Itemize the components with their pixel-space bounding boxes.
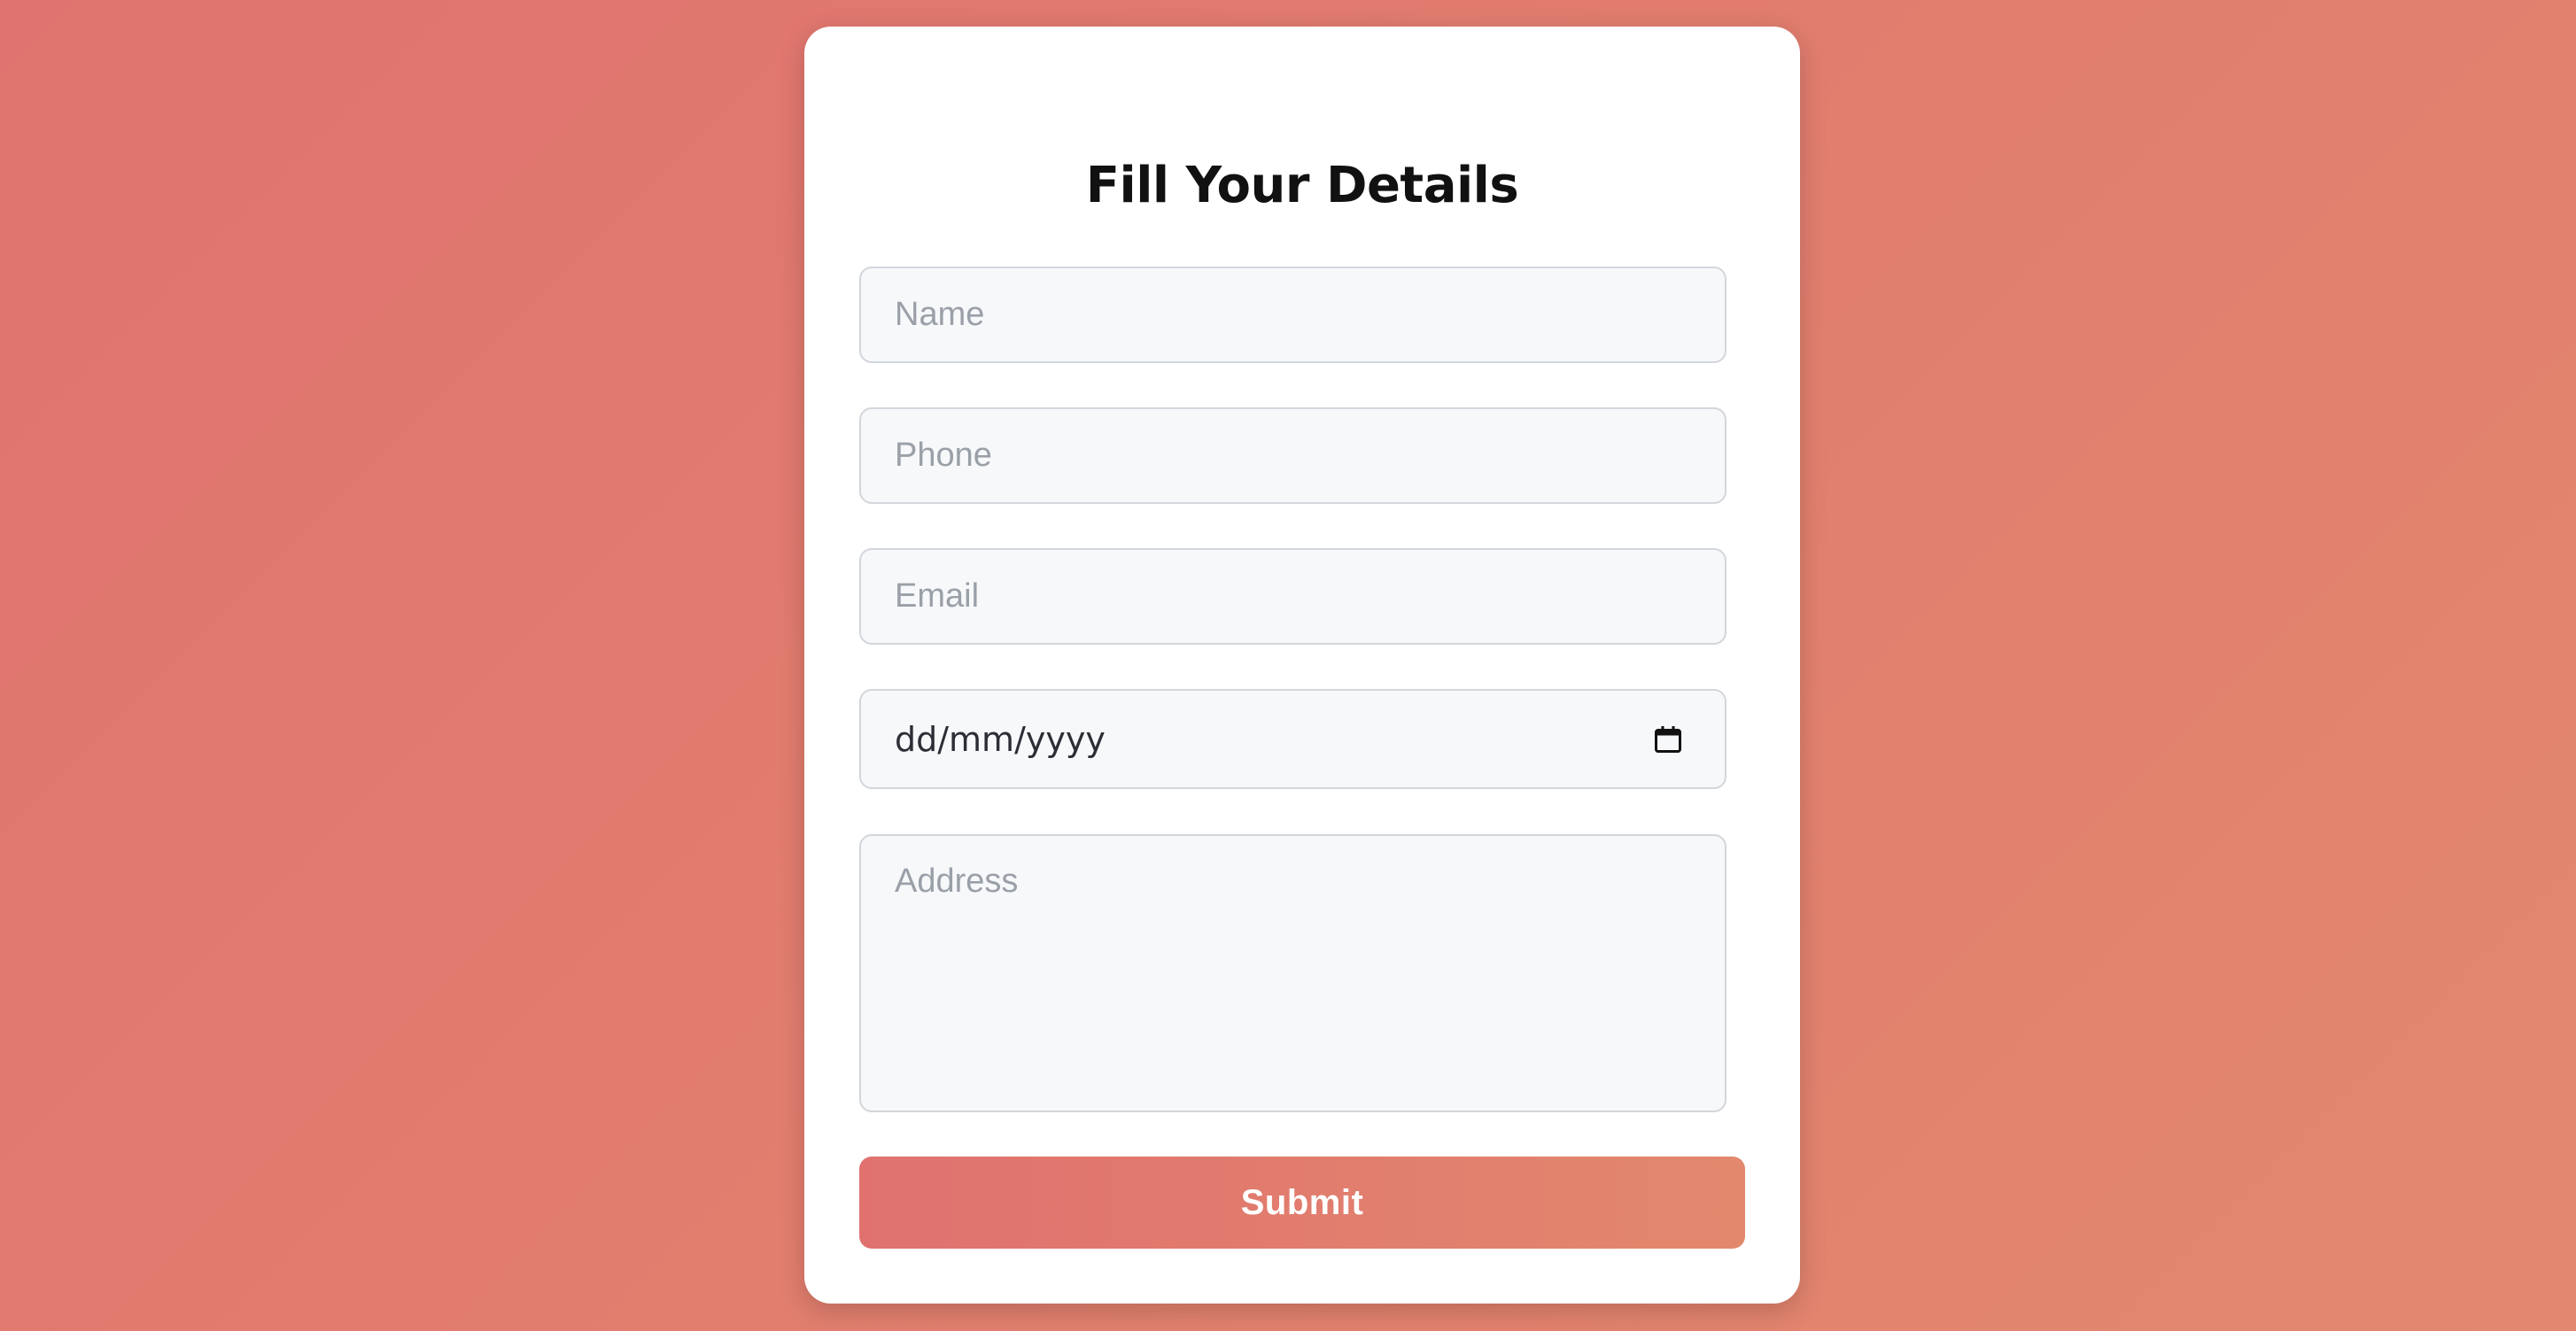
submit-button[interactable]: Submit <box>859 1157 1745 1249</box>
date-placeholder: dd/mm/yyyy <box>895 719 1106 759</box>
calendar-icon-graphic <box>1655 725 1681 753</box>
phone-input[interactable] <box>859 407 1726 504</box>
details-form-card: Fill Your Details dd/mm/yyyy Submit <box>804 27 1800 1304</box>
calendar-icon[interactable] <box>1652 724 1684 755</box>
name-input[interactable] <box>859 267 1726 363</box>
address-textarea[interactable] <box>859 834 1726 1112</box>
email-input[interactable] <box>859 548 1726 645</box>
date-input[interactable]: dd/mm/yyyy <box>859 689 1726 789</box>
form-title: Fill Your Details <box>1085 157 1519 214</box>
